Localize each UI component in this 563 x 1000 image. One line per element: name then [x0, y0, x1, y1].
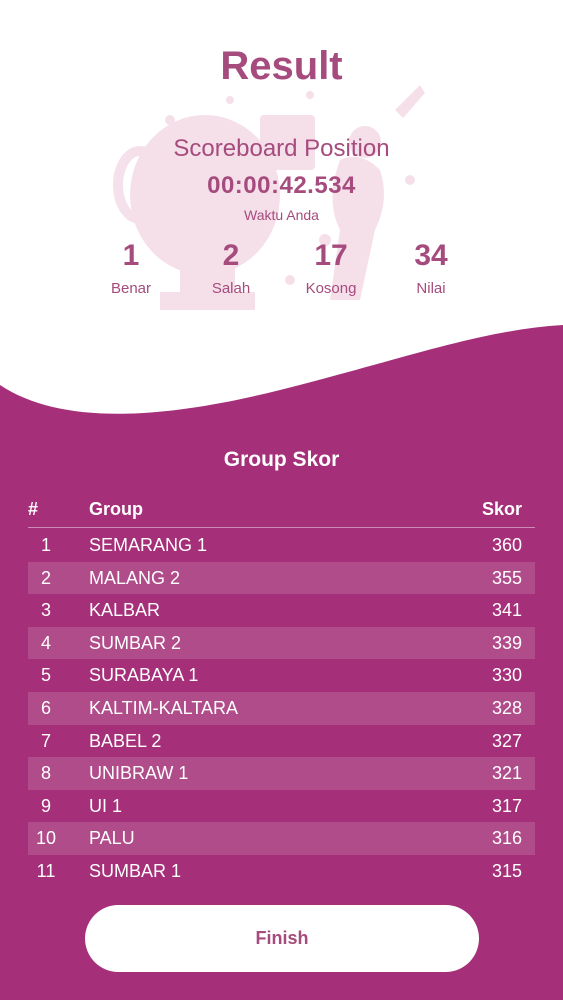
stat-label: Benar — [110, 280, 152, 297]
row-score: 321 — [491, 763, 522, 784]
row-group: PALU — [89, 828, 135, 849]
row-rank: 10 — [35, 828, 57, 849]
row-group: MALANG 2 — [89, 567, 181, 588]
row-score: 317 — [491, 795, 522, 816]
row-group: SEMARANG 1 — [89, 535, 208, 555]
row-score: 327 — [491, 730, 522, 751]
column-header-rank: # — [28, 499, 39, 519]
stat-label: Nilai — [416, 280, 446, 297]
stat-value: 34 — [414, 239, 448, 272]
row-score: 328 — [491, 697, 522, 718]
row-score: 355 — [491, 567, 522, 588]
page-title: Result — [220, 44, 343, 88]
table-row: 11 SUMBAR 1 315 — [28, 855, 535, 888]
row-rank: 5 — [40, 665, 51, 686]
row-rank: 1 — [40, 535, 51, 555]
elapsed-time: 00:00:42.534 — [207, 172, 356, 199]
row-score: 315 — [491, 860, 522, 881]
row-rank: 4 — [40, 632, 51, 653]
row-group: UNIBRAW 1 — [89, 763, 189, 784]
stat-value: 1 — [122, 239, 140, 272]
stat-benar: 1 Benar — [81, 238, 181, 297]
table-row: 4 SUMBAR 2 339 — [28, 626, 535, 660]
row-rank: 6 — [40, 697, 51, 718]
row-group: KALBAR — [89, 600, 161, 621]
stat-kosong: 17 Kosong — [281, 238, 381, 297]
row-score: 341 — [491, 600, 522, 621]
row-score: 339 — [491, 632, 522, 653]
finish-button[interactable]: Finish — [85, 905, 479, 972]
row-score: 316 — [491, 828, 522, 849]
row-group: KALTIM-KALTARA — [89, 697, 239, 718]
table-row: 8 UNIBRAW 1 321 — [28, 757, 535, 790]
column-header-group: Group — [89, 499, 143, 519]
row-group: SUMBAR 2 — [89, 632, 182, 653]
stat-value: 2 — [222, 239, 240, 272]
wave-divider — [0, 325, 563, 440]
table-row: 3 KALBAR 341 — [28, 594, 535, 627]
row-score: 360 — [491, 535, 522, 555]
column-header-score: Skor — [481, 499, 522, 519]
table-row: 5 SURABAYA 1 330 — [28, 659, 535, 692]
table-row: 9 UI 1 317 — [28, 790, 535, 823]
stat-label: Kosong — [305, 280, 357, 297]
table-row: 1 SEMARANG 1 360 — [28, 529, 535, 562]
elapsed-time-label: Waktu Anda — [244, 207, 319, 223]
row-group: UI 1 — [89, 795, 123, 816]
row-group: SUMBAR 1 — [89, 860, 182, 881]
scoreboard-position-label: Scoreboard Position — [173, 135, 390, 162]
row-rank: 8 — [40, 763, 51, 784]
score-table-body: 1 SEMARANG 1 360 2 MALANG 2 355 3 KALBAR… — [28, 529, 535, 888]
row-rank: 2 — [40, 567, 51, 588]
row-group: BABEL 2 — [89, 730, 162, 751]
group-score-title: Group Skor — [223, 448, 340, 471]
table-row: 10 PALU 316 — [28, 822, 535, 855]
stat-label: Salah — [211, 280, 251, 297]
row-group: SURABAYA 1 — [89, 665, 199, 686]
table-row: 6 KALTIM-KALTARA 328 — [28, 691, 535, 725]
score-table-header: # Group Skor — [28, 499, 535, 528]
stat-nilai: 34 Nilai — [381, 238, 481, 297]
row-score: 330 — [491, 665, 522, 686]
row-rank: 3 — [40, 600, 51, 621]
row-rank: 11 — [36, 860, 56, 881]
table-row: 2 MALANG 2 355 — [28, 561, 535, 595]
stat-value: 17 — [314, 239, 348, 272]
stat-salah: 2 Salah — [181, 238, 281, 297]
row-rank: 9 — [40, 795, 51, 816]
table-row: 7 BABEL 2 327 — [28, 725, 535, 758]
row-rank: 7 — [40, 730, 51, 751]
